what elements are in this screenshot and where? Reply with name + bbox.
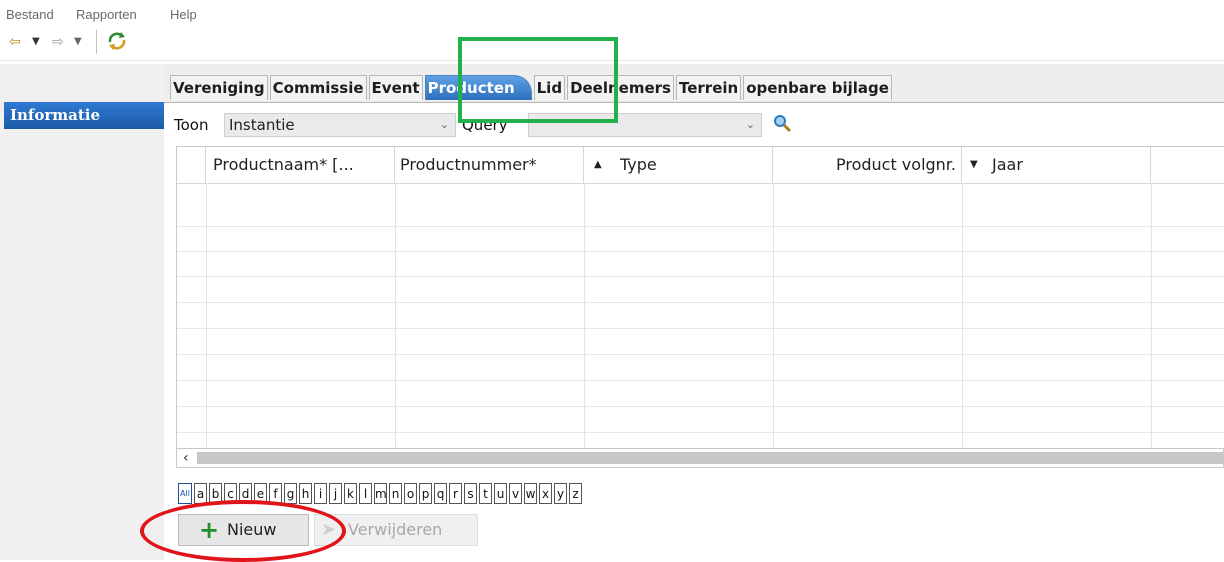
letter-all[interactable]: All — [178, 483, 192, 504]
tab-terrein[interactable]: Terrein — [675, 75, 742, 100]
grid-header: Productnaam* [... Productnummer* ▲ Type … — [177, 147, 1224, 184]
letter-z[interactable]: z — [569, 483, 582, 504]
letter-m[interactable]: m — [374, 483, 387, 504]
column-header-productnummer[interactable]: Productnummer* — [395, 147, 584, 183]
sort-descending-icon: ▼ — [970, 159, 978, 170]
table-row[interactable] — [177, 382, 1224, 407]
letter-t[interactable]: t — [479, 483, 492, 504]
toon-select-value: Instantie — [229, 116, 295, 134]
toon-select[interactable]: Instantie ⌄ — [224, 113, 456, 137]
letter-q[interactable]: q — [434, 483, 447, 504]
column-header-type[interactable]: ▲ Type — [584, 147, 773, 183]
letter-k[interactable]: k — [344, 483, 357, 504]
column-header-product-volgnr[interactable]: Product volgnr. — [773, 147, 962, 183]
letter-i[interactable]: i — [314, 483, 327, 504]
search-icon[interactable] — [772, 113, 792, 133]
letter-j[interactable]: j — [329, 483, 342, 504]
menu-bar: Bestand Rapporten Help — [0, 0, 1224, 24]
scroll-left-icon[interactable]: ‹ — [183, 449, 189, 467]
tab-commissie[interactable]: Commissie — [269, 75, 367, 100]
letter-o[interactable]: o — [404, 483, 417, 504]
toon-label: Toon — [174, 116, 209, 134]
table-row[interactable] — [177, 304, 1224, 329]
menu-help[interactable]: Help — [170, 7, 197, 22]
tab-event[interactable]: Event — [368, 75, 423, 100]
table-row[interactable] — [177, 227, 1224, 252]
letter-n[interactable]: n — [389, 483, 402, 504]
chevron-down-icon: ⌄ — [439, 118, 449, 131]
column-header-productnaam[interactable]: Productnaam* [... — [206, 147, 395, 183]
letter-p[interactable]: p — [419, 483, 432, 504]
menu-bestand[interactable]: Bestand — [6, 7, 54, 22]
table-row[interactable] — [177, 330, 1224, 355]
letter-g[interactable]: g — [284, 483, 297, 504]
horizontal-scrollbar[interactable]: ‹ — [176, 448, 1224, 468]
table-row[interactable] — [177, 408, 1224, 433]
sort-ascending-icon: ▲ — [594, 159, 602, 170]
column-header-jaar-label: Jaar — [992, 155, 1023, 174]
table-row[interactable] — [177, 202, 1224, 227]
column-header-extra — [1151, 147, 1224, 183]
chevron-down-icon: ⌄ — [745, 118, 755, 131]
table-row[interactable] — [177, 356, 1224, 381]
toolbar-separator — [96, 30, 97, 54]
letter-u[interactable]: u — [494, 483, 507, 504]
scrollbar-thumb[interactable] — [197, 452, 1223, 464]
sidebar-tab-informatie[interactable]: Informatie — [4, 102, 164, 129]
letter-x[interactable]: x — [539, 483, 552, 504]
delete-button-label: Verwijderen — [348, 520, 443, 539]
column-header-type-label: Type — [620, 155, 657, 174]
letter-s[interactable]: s — [464, 483, 477, 504]
back-arrow-icon[interactable]: ⇦ — [9, 34, 21, 50]
highlight-box-producten-tab — [458, 37, 618, 123]
letter-a[interactable]: a — [194, 483, 207, 504]
letter-h[interactable]: h — [299, 483, 312, 504]
tab-vereniging[interactable]: Vereniging — [170, 75, 268, 100]
column-header-jaar[interactable]: ▼ Jaar — [962, 147, 1151, 183]
letter-w[interactable]: w — [524, 483, 537, 504]
forward-dropdown-icon[interactable]: ▼ — [74, 34, 82, 50]
table-row[interactable] — [177, 252, 1224, 277]
letter-r[interactable]: r — [449, 483, 462, 504]
products-grid: Productnaam* [... Productnummer* ▲ Type … — [176, 146, 1224, 449]
tab-openbare-bijlage[interactable]: openbare bijlage — [743, 75, 892, 100]
refresh-icon[interactable] — [106, 30, 128, 52]
left-panel: Informatie — [0, 64, 164, 560]
letter-y[interactable]: y — [554, 483, 567, 504]
table-row[interactable] — [177, 278, 1224, 303]
letter-l[interactable]: l — [359, 483, 372, 504]
forward-arrow-icon[interactable]: ⇨ — [52, 34, 64, 50]
back-dropdown-icon[interactable]: ▼ — [32, 34, 40, 50]
tab-strip: Vereniging Commissie Event Producten Lid… — [164, 64, 1224, 103]
row-selector-header — [177, 147, 206, 183]
letter-v[interactable]: v — [509, 483, 522, 504]
menu-rapporten[interactable]: Rapporten — [76, 7, 137, 22]
highlight-ellipse-new-button — [140, 500, 346, 562]
